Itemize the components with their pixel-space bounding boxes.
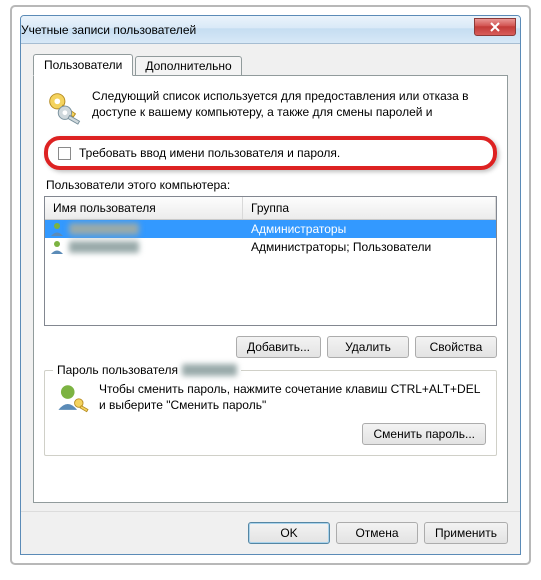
intro-row: Следующий список используется для предос… [44,88,497,126]
list-header: Имя пользователя Группа [45,197,496,220]
titlebar: Учетные записи пользователей [21,16,520,44]
user-icon [49,239,65,255]
intro-text: Следующий список используется для предос… [92,88,497,126]
add-button[interactable]: Добавить... [236,336,321,358]
change-password-button[interactable]: Сменить пароль... [362,423,486,445]
user-key-icon [55,381,89,415]
outer-frame: Учетные записи пользователей Пользовател… [10,5,531,565]
username-redacted [69,241,139,253]
require-password-highlight: Требовать ввод имени пользователя и паро… [44,136,497,170]
password-groupbox: Пароль пользователя Чтобы сменить пароль… [44,370,497,456]
require-password-label: Требовать ввод имени пользователя и паро… [79,146,340,160]
properties-button[interactable]: Свойства [415,336,497,358]
tab-users-label: Пользователи [44,58,122,72]
close-button[interactable] [474,18,516,36]
tab-users[interactable]: Пользователи [33,54,133,76]
keys-icon [44,88,82,126]
require-password-checkbox[interactable] [58,147,71,160]
tab-advanced[interactable]: Дополнительно [135,56,241,76]
ok-button[interactable]: OK [248,522,330,544]
password-user-redacted [182,364,237,376]
tab-panel: Следующий список используется для предос… [33,75,508,503]
content-area: Пользователи Дополнительно Следующий спи… [21,44,520,511]
tab-strip: Пользователи Дополнительно [33,54,508,76]
users-list[interactable]: Имя пользователя Группа Администраторы [44,196,497,326]
password-text: Чтобы сменить пароль, нажмите сочетание … [99,381,486,413]
group-cell: Администраторы; Пользователи [243,240,496,254]
dialog-window: Учетные записи пользователей Пользовател… [20,15,521,555]
apply-button[interactable]: Применить [424,522,508,544]
user-icon [49,221,65,237]
user-buttons-row: Добавить... Удалить Свойства [44,336,497,358]
table-row[interactable]: Администраторы; Пользователи [45,238,496,256]
column-group[interactable]: Группа [243,197,496,219]
close-icon [490,22,500,32]
tab-advanced-label: Дополнительно [145,59,231,73]
users-list-label: Пользователи этого компьютера: [46,178,497,192]
password-legend: Пароль пользователя [53,363,241,377]
table-row[interactable]: Администраторы [45,220,496,238]
cancel-button[interactable]: Отмена [336,522,418,544]
dialog-footer: OK Отмена Применить [21,511,520,554]
window-title: Учетные записи пользователей [21,23,196,37]
remove-button[interactable]: Удалить [327,336,409,358]
column-username[interactable]: Имя пользователя [45,197,243,219]
group-cell: Администраторы [243,222,496,236]
username-redacted [69,223,139,235]
